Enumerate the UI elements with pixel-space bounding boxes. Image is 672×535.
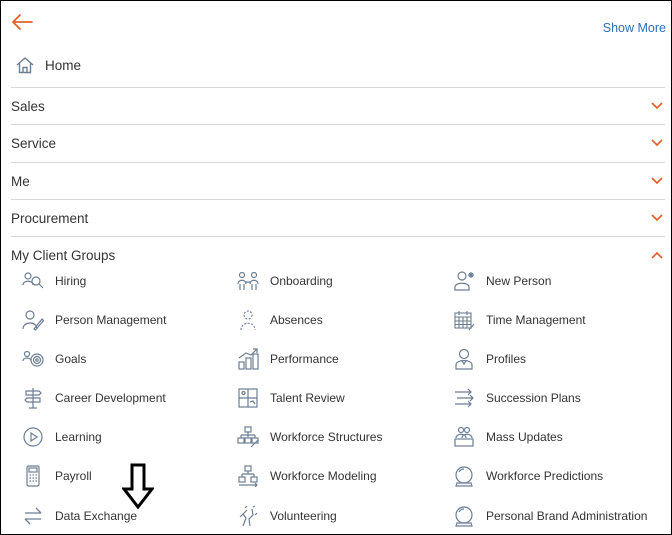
item-label: Goals (55, 352, 87, 366)
volunteering-icon (237, 505, 259, 527)
item-label: Workforce Structures (270, 430, 383, 444)
navigator-panel: Show More Home Sales Service Me Procurem… (0, 0, 672, 535)
item-label: Performance (270, 352, 339, 366)
item-time-management[interactable]: Time Management (453, 308, 586, 332)
item-workforce-structures[interactable]: Workforce Structures (237, 425, 382, 449)
signpost-icon (22, 387, 44, 409)
item-onboarding[interactable]: Onboarding (237, 269, 333, 293)
chevron-up-icon (651, 251, 663, 259)
item-label: Career Development (55, 391, 166, 405)
item-label: Payroll (55, 469, 92, 483)
item-label: Volunteering (270, 509, 337, 523)
item-workforce-modeling[interactable]: Workforce Modeling (237, 464, 377, 488)
item-label: Profiles (486, 352, 527, 366)
item-label: Succession Plans (486, 391, 581, 405)
section-label: Service (11, 136, 57, 151)
home-link[interactable]: Home (15, 53, 81, 77)
down-arrow-icon (122, 463, 154, 509)
item-label: Talent Review (270, 391, 345, 405)
section-label: Procurement (11, 211, 89, 226)
item-goals[interactable]: Goals (22, 347, 86, 371)
section-my-client-groups[interactable]: My Client Groups (11, 236, 665, 274)
item-label: Learning (55, 430, 102, 444)
mass-updates-icon (453, 426, 475, 448)
section-sales[interactable]: Sales (11, 87, 665, 125)
chevron-down-icon (651, 102, 663, 110)
play-circle-icon (22, 426, 44, 448)
calendar-icon (453, 309, 475, 331)
hiring-icon (22, 270, 44, 292)
item-label: Onboarding (270, 274, 333, 288)
crystal-ball-icon (453, 465, 475, 487)
item-data-exchange[interactable]: Data Exchange (22, 504, 137, 528)
brand-icon (453, 505, 475, 527)
home-label: Home (45, 57, 82, 73)
succession-icon (453, 387, 475, 409)
onboarding-icon (237, 270, 259, 292)
item-mass-updates[interactable]: Mass Updates (453, 425, 563, 449)
new-person-icon (453, 270, 475, 292)
item-label: Mass Updates (486, 430, 563, 444)
person-management-icon (22, 309, 44, 331)
item-label: Workforce Predictions (486, 469, 604, 483)
item-new-person[interactable]: New Person (453, 269, 551, 293)
item-label: Workforce Modeling (270, 469, 377, 483)
item-label: Hiring (55, 274, 87, 288)
profile-icon (453, 348, 475, 370)
item-absences[interactable]: Absences (237, 308, 323, 332)
item-learning[interactable]: Learning (22, 425, 102, 449)
item-workforce-predictions[interactable]: Workforce Predictions (453, 464, 603, 488)
talent-review-icon (237, 387, 259, 409)
item-label: Time Management (486, 313, 586, 327)
calculator-icon (22, 465, 44, 487)
item-payroll[interactable]: Payroll (22, 464, 92, 488)
item-personal-brand-administration[interactable]: Personal Brand Administration (453, 504, 647, 528)
item-volunteering[interactable]: Volunteering (237, 504, 337, 528)
section-label: Me (11, 174, 30, 189)
item-person-management[interactable]: Person Management (22, 308, 166, 332)
item-label: Personal Brand Administration (486, 509, 648, 523)
section-label: Sales (11, 99, 45, 114)
home-icon (15, 55, 35, 75)
item-label: New Person (486, 274, 552, 288)
show-more-link[interactable]: Show More (603, 21, 666, 35)
performance-icon (237, 348, 259, 370)
absences-icon (237, 309, 259, 331)
exchange-arrows-icon (22, 505, 44, 527)
item-label: Data Exchange (55, 509, 138, 523)
chevron-down-icon (651, 214, 663, 222)
section-procurement[interactable]: Procurement (11, 199, 665, 237)
item-profiles[interactable]: Profiles (453, 347, 526, 371)
item-label: Absences (270, 313, 323, 327)
chevron-down-icon (651, 177, 663, 185)
workforce-modeling-icon (237, 465, 259, 487)
item-hiring[interactable]: Hiring (22, 269, 86, 293)
item-performance[interactable]: Performance (237, 347, 339, 371)
goals-icon (22, 348, 44, 370)
item-career-development[interactable]: Career Development (22, 386, 166, 410)
back-arrow-icon[interactable] (11, 13, 33, 31)
item-talent-review[interactable]: Talent Review (237, 386, 345, 410)
section-me[interactable]: Me (11, 162, 665, 200)
top-bar: Show More (1, 1, 671, 41)
section-service[interactable]: Service (11, 124, 665, 162)
workforce-structures-icon (237, 426, 259, 448)
chevron-down-icon (651, 139, 663, 147)
section-label: My Client Groups (11, 248, 116, 263)
item-label: Person Management (55, 313, 167, 327)
item-succession-plans[interactable]: Succession Plans (453, 386, 581, 410)
